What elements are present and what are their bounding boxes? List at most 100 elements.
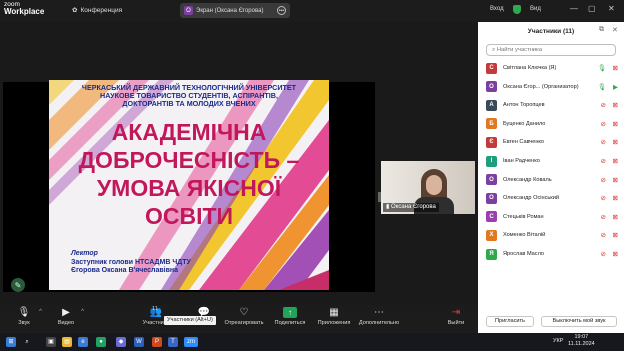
signin-link[interactable]: Вход [490,6,504,12]
participant-row[interactable]: О Олександр Коваль ⊘ ⊠ [486,174,618,186]
mic-muted-icon[interactable]: ⊘ [601,176,606,184]
camera-off-icon[interactable]: ⊠ [613,157,618,165]
shared-screen-label: Экран (Оксана Єгорова) [196,7,264,14]
zoom-logo: zoom Workplace [4,1,44,16]
camera-off-icon[interactable]: ⊠ [613,250,618,258]
participant-avatar: С [486,211,497,223]
microphone-icon: 🎙 [17,307,31,318]
participant-name: Олександр Коваль [503,176,552,183]
close-icon[interactable]: ✕ [608,4,615,13]
camera-off-icon[interactable]: ⊠ [613,101,618,109]
title-line-4: ОСВІТИ [144,203,234,229]
participant-row[interactable]: С Світлана Ключка (Я) 🎙 ⊠ [486,62,618,74]
participant-row[interactable]: С Стецьків Роман ⊘ ⊠ [486,211,618,223]
participant-avatar: О [486,192,497,204]
word-icon[interactable]: W [134,337,144,347]
mic-muted-icon[interactable]: ⊘ [601,120,606,128]
share-arrow-icon: ↑ [283,307,297,318]
close-panel-icon[interactable]: ✕ [612,26,618,34]
keyboard-language[interactable]: УКР [553,338,563,344]
participant-avatar: Б [486,118,497,130]
teams-icon[interactable]: T [168,337,178,347]
more-options-icon[interactable]: ••• [277,6,286,15]
chevron-up-icon[interactable]: ^ [81,309,84,315]
participant-row[interactable]: Х Хоменко Віталій ⊘ ⊠ [486,229,618,241]
camera-off-icon[interactable]: ⊠ [613,213,618,221]
audio-label: Звук [18,320,30,326]
participant-name: Оксана Єгор... (Организатор) [503,83,579,90]
mic-muted-icon[interactable]: ⊘ [601,231,606,239]
microphone-icon[interactable]: 🎙 [598,83,606,91]
microphone-icon[interactable]: 🎙 [598,64,606,72]
popout-icon[interactable]: ⧉ [599,26,604,34]
audio-button[interactable]: 🎙 Звук ^ [2,307,46,326]
zoom-taskbar-icon[interactable]: zm [184,337,198,347]
paw-icon: ✿ [72,7,78,14]
camera-off-icon[interactable]: ⊠ [613,138,618,146]
system-clock[interactable]: 19:07 11.11.2024 [568,334,595,348]
app-icon[interactable]: ◆ [116,337,126,347]
search-placeholder: Найти участника [496,47,543,53]
participant-row[interactable]: Б Буценко Данило ⊘ ⊠ [486,118,618,130]
participant-avatar: А [486,99,497,111]
chevron-up-icon[interactable]: ^ [39,309,42,315]
participant-row[interactable]: Є Евген Савченко ⊘ ⊠ [486,136,618,148]
camera-off-icon[interactable]: ⊠ [613,194,618,202]
apps-button[interactable]: ▦ Приложения [312,307,356,326]
mic-muted-icon[interactable]: ⊘ [601,250,606,258]
lector-position: Заступник голови НТСАДМВ ЧДТУ [71,258,191,266]
participant-name: Світлана Ключка (Я) [503,65,557,71]
slide-lector: Лектор Заступник голови НТСАДМВ ЧДТУ Єго… [71,250,271,276]
participant-avatar: О [486,81,497,93]
shared-screen-pill[interactable]: О Экран (Оксана Єгорова) ••• [180,3,290,18]
camera-off-icon[interactable]: ⊠ [613,120,618,128]
mic-muted-icon[interactable]: ⊘ [601,213,606,221]
title-line-3: УМОВА ЯКІСНОЇ [96,175,282,201]
video-tile-name-text: Оксана Єгорова [390,204,436,210]
powerpoint-icon[interactable]: P [152,337,162,347]
share-button[interactable]: ↑ Поделиться [268,307,312,326]
search-taskbar-icon[interactable]: ⌕ [22,337,32,347]
task-view-icon[interactable]: ▣ [46,337,56,347]
view-menu[interactable]: Вид [530,6,541,12]
react-button[interactable]: ♡ Отреагировать [222,307,266,326]
participant-row[interactable]: Я Ярослав Масло ⊘ ⊠ [486,248,618,260]
participant-avatar: Х [486,229,497,241]
camera-off-icon[interactable]: ⊠ [613,64,618,72]
conference-label: Конференция [80,6,123,14]
mic-muted-icon[interactable]: ⊘ [601,138,606,146]
maximize-icon[interactable]: ▢ [588,4,596,13]
title-bar: zoom Workplace ✿ Конференция О Экран (Ок… [0,0,478,22]
react-label: Отреагировать [224,320,264,326]
camera-off-icon[interactable]: ⊠ [613,231,618,239]
mute-me-button[interactable]: Выключить мой звук [541,316,617,327]
participant-name: Іван Радченко [503,158,540,164]
participant-avatar: О [486,174,497,186]
chrome-icon[interactable]: ● [96,337,106,347]
browser-icon[interactable]: e [78,337,88,347]
mic-muted-icon[interactable]: ⊘ [601,157,606,165]
title-line-2: ДОБРОЧЕСНІСТЬ – [78,147,300,173]
participant-row[interactable]: А Антон Торопцев ⊘ ⊠ [486,99,618,111]
participant-row[interactable]: І Іван Радченко ⊘ ⊠ [486,155,618,167]
search-input[interactable]: ⌕ Найти участника [486,44,616,56]
annotate-pen-icon[interactable]: ✎ [11,278,25,292]
invite-button[interactable]: Пригласить [486,316,534,327]
more-button[interactable]: ⋯ Дополнительно [354,307,404,326]
camera-off-icon[interactable]: ⊠ [613,176,618,184]
mic-muted-icon[interactable]: ⊘ [601,101,606,109]
heart-icon: ♡ [239,307,249,318]
shield-icon[interactable] [513,5,521,14]
conference-menu[interactable]: ✿ Конференция [72,6,123,15]
participant-row[interactable]: О Олександр Осінський ⊘ ⊠ [486,192,618,204]
video-button[interactable]: ▶ Видео ^ [44,307,88,326]
participant-name: Хоменко Віталій [503,232,546,239]
participant-row[interactable]: О Оксана Єгор... (Организатор) 🎙 ▶ [486,81,618,93]
camera-icon[interactable]: ▶ [613,83,618,91]
leave-button[interactable]: ⇥ Выйти [434,307,478,326]
more-label: Дополнительно [358,320,400,326]
start-icon[interactable]: ⊞ [6,337,16,347]
explorer-icon[interactable]: ▤ [62,337,72,347]
mic-muted-icon[interactable]: ⊘ [601,194,606,202]
minimize-icon[interactable]: — [570,4,578,13]
